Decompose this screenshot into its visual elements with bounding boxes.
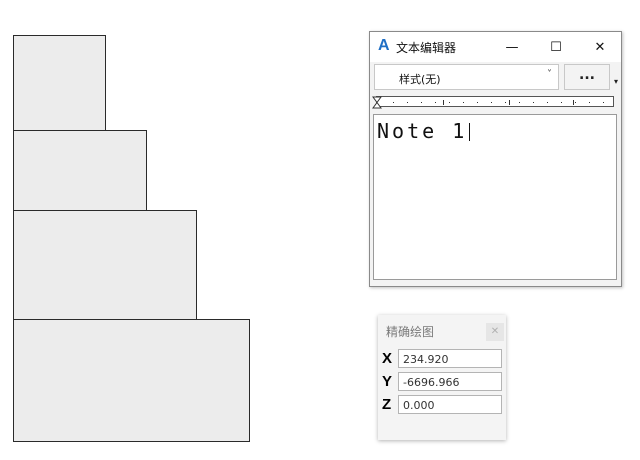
- ruler[interactable]: [372, 96, 614, 109]
- drawing-block-1[interactable]: [13, 35, 106, 131]
- minimize-button[interactable]: —: [490, 32, 534, 62]
- axis-label-y: Y: [382, 373, 393, 390]
- coord-row-y: Y -6696.966: [382, 372, 504, 392]
- panel-close-button[interactable]: ✕: [486, 323, 504, 341]
- text-caret: [469, 123, 471, 141]
- maximize-button[interactable]: ☐: [534, 32, 578, 62]
- chevron-down-icon: ˅: [547, 69, 552, 80]
- drawing-block-4[interactable]: [13, 319, 250, 442]
- editor-titlebar[interactable]: A 文本编辑器 — ☐ ✕: [370, 32, 621, 62]
- coord-input-y[interactable]: -6696.966: [398, 372, 502, 391]
- close-icon: ✕: [594, 39, 606, 55]
- coord-row-z: Z 0.000: [382, 395, 504, 415]
- panel-title: 精确绘图: [386, 325, 435, 339]
- editor-title: 文本编辑器: [396, 41, 457, 55]
- coord-input-z[interactable]: 0.000: [398, 395, 502, 414]
- coord-input-x[interactable]: 234.920: [398, 349, 502, 368]
- precise-drawing-panel: 精确绘图 ✕ X 234.920 Y -6696.966 Z 0.000: [378, 315, 506, 440]
- text-content-value: Note 1: [377, 119, 468, 143]
- style-select[interactable]: 样式(无) ˅: [374, 64, 559, 90]
- coord-row-x: X 234.920: [382, 349, 504, 369]
- maximize-icon: ☐: [550, 39, 562, 55]
- drawing-block-2[interactable]: [13, 130, 147, 211]
- editor-toolbar: 样式(无) ˅ ... ▾: [370, 62, 621, 92]
- drawing-block-3[interactable]: [13, 210, 197, 320]
- ruler-ticks: [393, 100, 604, 105]
- axis-label-x: X: [382, 350, 393, 367]
- text-content[interactable]: Note 1: [377, 119, 471, 143]
- more-options-button[interactable]: ...: [564, 64, 610, 90]
- close-button[interactable]: ✕: [578, 32, 622, 62]
- text-editor-icon: A: [378, 37, 390, 54]
- minimize-icon: —: [505, 39, 519, 55]
- text-editor-window: A 文本编辑器 — ☐ ✕ 样式(无) ˅ ... ▾ Note 1: [369, 31, 622, 287]
- toolbar-overflow-icon[interactable]: ▾: [614, 77, 618, 86]
- axis-label-z: Z: [382, 396, 392, 413]
- text-content-area[interactable]: Note 1: [373, 114, 617, 280]
- style-select-value: 样式(无): [399, 73, 441, 86]
